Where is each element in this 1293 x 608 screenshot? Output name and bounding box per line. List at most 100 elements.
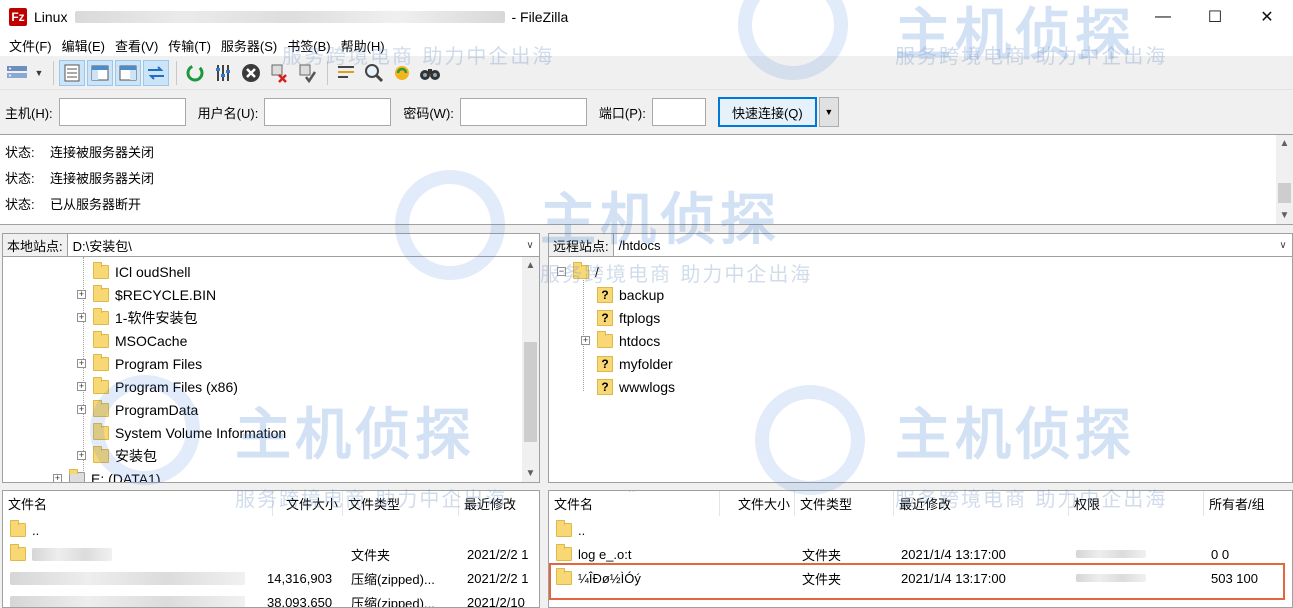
log-line: 状态: 连接被服务器关闭 [5,145,155,160]
local-file-list: 文件名 文件大小 文件类型 最近修改 .. 文件夹 2021/2/2 1 14,… [2,490,540,608]
quickconnect-history-dropdown[interactable]: ▼ [818,97,839,127]
directory-compare-icon[interactable] [333,60,359,86]
tree-item[interactable]: ICl oudShell [77,260,191,283]
tree-item[interactable]: +1-软件安装包 [77,306,197,329]
menu-bookmarks[interactable]: 书签(B) [282,36,335,55]
cancel-icon[interactable] [238,60,264,86]
disconnect-icon[interactable] [266,60,292,86]
filter-icon[interactable] [210,60,236,86]
toggle-local-tree-icon[interactable] [87,59,113,86]
local-path-input[interactable]: D:\安装包\ [68,236,521,255]
expand-icon[interactable]: + [77,313,86,322]
port-input[interactable] [651,98,706,126]
column-header-modified[interactable]: 最近修改 [894,491,1069,516]
menu-view[interactable]: 查看(V) [110,36,163,55]
tree-item[interactable]: ? wwwlogs [581,375,675,398]
expand-icon[interactable]: + [77,290,86,299]
redacted-permissions [1076,550,1146,558]
tree-item[interactable]: MSOCache [77,329,187,352]
scroll-up-icon[interactable]: ▲ [522,257,539,274]
reconnect-icon[interactable] [294,60,320,86]
local-directory-tree: ICl oudShell + $RECYCLE.BIN +1-软件安装包 MSOC… [2,257,540,483]
find-files-icon[interactable] [417,60,443,86]
log-scrollbar[interactable]: ▲ ▼ [1276,135,1293,224]
unknown-folder-icon: ? [597,355,613,372]
scrollbar-thumb[interactable] [524,342,537,442]
tree-item[interactable]: + 安装包 [77,444,157,467]
menu-server[interactable]: 服务器(S) [216,36,282,55]
redacted-filename [10,571,245,585]
column-header-owner[interactable]: 所有者/组 [1204,491,1292,516]
collapse-icon[interactable]: − [557,267,566,276]
tree-item[interactable]: ? myfolder [581,352,673,375]
tree-item[interactable]: + Program Files (x86) [77,375,238,398]
search-icon[interactable] [361,60,387,86]
expand-icon[interactable]: + [581,336,590,345]
tree-item[interactable]: + E: (DATA1) [53,467,161,482]
refresh-icon[interactable] [182,60,208,86]
password-input[interactable] [459,98,587,126]
tree-item[interactable]: + $RECYCLE.BIN [77,283,216,306]
scroll-down-icon[interactable]: ▼ [1276,207,1293,224]
minimize-button[interactable]: — [1137,0,1189,34]
sync-browse-icon[interactable] [389,60,415,86]
tree-item-root[interactable]: − / [557,260,599,283]
toggle-transfer-queue-icon[interactable] [143,59,169,86]
file-row[interactable]: .. [3,518,539,542]
chevron-down-icon[interactable]: ∨ [1274,240,1292,251]
menu-help[interactable]: 帮助(H) [336,36,390,55]
toolbar-separator [53,60,54,85]
expand-icon[interactable]: + [77,359,86,368]
quickconnect-button[interactable]: 快速连接(Q) [717,97,817,127]
file-row[interactable]: .. [549,518,1292,542]
expand-icon[interactable]: + [77,451,86,460]
remote-path-input[interactable]: /htdocs [614,238,1274,253]
username-input[interactable] [264,98,392,126]
folder-icon [93,399,109,417]
local-file-list-header: 文件名 文件大小 文件类型 最近修改 [3,491,539,516]
file-row[interactable]: 14,316,903 压缩(zipped)... 2021/2/2 1 [3,566,539,590]
close-button[interactable]: ✕ [1241,0,1293,34]
tree-item[interactable]: System Volume Information [77,421,286,444]
expand-icon[interactable]: + [77,405,86,414]
column-header-type[interactable]: 文件类型 [795,491,894,516]
port-label: 端口(P): [598,105,646,121]
toggle-remote-tree-icon[interactable] [115,59,141,86]
toolbar-separator [176,60,177,85]
tree-item[interactable]: + htdocs [581,329,660,352]
column-header-type[interactable]: 文件类型 [343,491,459,516]
local-tree-scrollbar[interactable]: ▲ ▼ [522,257,539,482]
remote-site-bar: 远程站点: /htdocs ∨ [548,233,1293,257]
filezilla-logo-icon: Fz [9,8,27,26]
maximize-button[interactable]: ☐ [1189,0,1241,34]
folder-icon [556,520,572,537]
folder-icon [93,261,109,279]
column-header-modified[interactable]: 最近修改 [459,491,539,516]
column-header-filename[interactable]: 文件名 ^ [549,491,720,516]
file-row[interactable]: 38,093,650 压缩(zipped)... 2021/2/10 [3,590,539,607]
tree-item[interactable]: ? backup [581,283,664,306]
scroll-down-icon[interactable]: ▼ [522,465,539,482]
column-header-size[interactable]: 文件大小 [720,491,795,516]
folder-icon [573,261,589,279]
host-input[interactable] [58,98,186,126]
column-header-size[interactable]: 文件大小 [273,491,343,516]
menu-edit[interactable]: 编辑(E) [57,36,110,55]
sort-ascending-icon: ^ [629,490,634,498]
expand-icon[interactable]: + [53,474,62,482]
scroll-up-icon[interactable]: ▲ [1276,135,1293,152]
tree-item[interactable]: + ProgramData [77,398,198,421]
site-manager-icon[interactable] [4,60,30,86]
tree-item[interactable]: ? ftplogs [581,306,660,329]
dropdown-caret-icon[interactable]: ▼ [32,60,46,86]
scrollbar-thumb[interactable] [1278,183,1291,203]
column-header-permissions[interactable]: 权限 [1069,491,1204,516]
menu-transfer[interactable]: 传输(T) [163,36,216,55]
menu-file[interactable]: 文件(F) [4,36,57,55]
tree-item[interactable]: + Program Files [77,352,202,375]
chevron-down-icon[interactable]: ∨ [521,240,539,251]
file-row[interactable]: 文件夹 2021/2/2 1 [3,542,539,566]
expand-icon[interactable]: + [77,382,86,391]
column-header-filename[interactable]: 文件名 [3,491,273,516]
toggle-message-log-icon[interactable] [59,59,85,86]
